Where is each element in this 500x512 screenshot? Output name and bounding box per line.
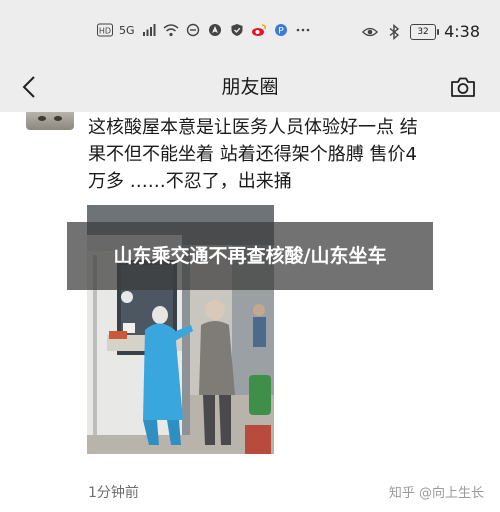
hd-icon: HD bbox=[97, 22, 113, 38]
nav-bar: 朋友圈 bbox=[0, 62, 500, 112]
battery-indicator: 32 bbox=[410, 23, 440, 40]
post-timestamp: 1分钟前 bbox=[88, 485, 139, 501]
cell-signal-icon bbox=[141, 22, 157, 38]
avatar[interactable] bbox=[26, 112, 74, 130]
wifi-icon bbox=[163, 22, 179, 38]
watermark: 知乎 @向上生长 bbox=[388, 486, 484, 501]
status-right-icons: 32 4:38 bbox=[362, 22, 480, 41]
signal-label: 5G bbox=[119, 23, 135, 37]
overlay-title: 山东乘交通不再查核酸/山东坐车 bbox=[113, 245, 387, 267]
more-dots-icon bbox=[295, 22, 311, 38]
shield-icon bbox=[229, 22, 245, 38]
status-bar: HD 5G P 32 4:38 bbox=[0, 0, 500, 62]
eye-icon bbox=[362, 24, 379, 40]
status-left-icons: HD 5G P bbox=[97, 22, 311, 38]
svg-text:P: P bbox=[278, 27, 284, 37]
bluetooth-icon bbox=[386, 23, 402, 40]
camera-icon bbox=[451, 77, 475, 97]
app-circle-icon: P bbox=[273, 22, 289, 38]
weibo-icon bbox=[251, 22, 267, 38]
svg-text:HD: HD bbox=[99, 27, 111, 36]
page-title: 朋友圈 bbox=[221, 76, 279, 98]
camera-button[interactable] bbox=[446, 70, 480, 104]
location-icon bbox=[207, 22, 223, 38]
overlay-banner: 山东乘交通不再查核酸/山东坐车 bbox=[67, 222, 433, 290]
post-text: 这核酸屋本意是让医务人员体验好一点 结 果不但不能坐着 站着还得架个胳膊 售价4… bbox=[88, 117, 418, 192]
app-notification-icon bbox=[185, 22, 201, 38]
status-time: 4:38 bbox=[444, 22, 480, 41]
